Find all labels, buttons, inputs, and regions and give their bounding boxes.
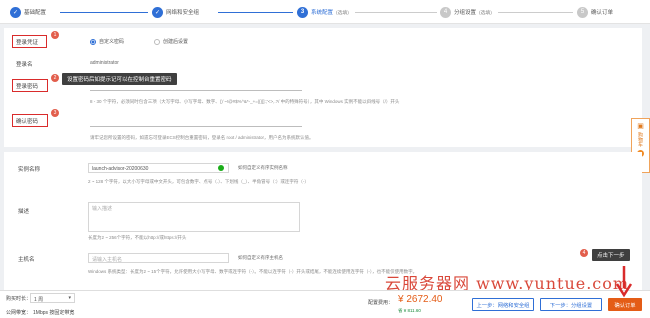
instance-name-label: 实例名称 (18, 167, 41, 173)
check-icon: ✓ (152, 6, 163, 18)
duration-select[interactable]: 1 周 ▾ (30, 293, 75, 303)
step-network[interactable]: ✓ 网络和安全组 (152, 6, 199, 18)
instance-name-hint: 2 ~ 128 个字符，以大小写字母或中文开头，可包含数字、点号（.）、下划线（… (88, 179, 309, 184)
description-textarea[interactable]: 输入描述 (88, 202, 300, 232)
step-connector (498, 12, 573, 13)
hostname-input[interactable]: 请输入主机名 (88, 253, 229, 263)
bandwidth-value: 1Mbps 按固定带宽 (33, 310, 75, 316)
step-group-settings: 4 分组设置 (选填) (440, 6, 492, 18)
password-input[interactable] (90, 90, 302, 91)
confirm-password-label: 确认密码 (16, 119, 39, 125)
next-step-tooltip: 点击下一步 (592, 249, 630, 261)
cart-icon: ▣ (637, 123, 644, 130)
radio-set-later[interactable]: 创建后设置 (154, 38, 188, 45)
hostname-help-link[interactable]: 如何自定义有序主机名 (238, 255, 283, 261)
valid-check-icon (218, 165, 224, 171)
step-connector (218, 12, 293, 13)
bandwidth-label: 公网带宽： (6, 310, 32, 316)
fee-value: ¥ 2672.40 (398, 294, 443, 305)
username-value: administrator (90, 60, 119, 66)
step-system-config: 3 系统配置 (选填) (297, 6, 349, 18)
step-basic-config[interactable]: ✓ 基础配置 (10, 6, 46, 18)
confirm-password-input[interactable] (90, 126, 302, 127)
annotation-badge: 3 (51, 109, 59, 117)
hostname-hint: Windows 系统类型：长度为2 ~ 15个字符，允许使用大小写字母、数字或连… (88, 269, 418, 274)
instance-name-input[interactable]: launch-advisor-20200630 (88, 163, 229, 173)
radio-icon (154, 38, 160, 45)
fee-label: 配置费用： (368, 300, 394, 306)
annotation-badge: 4 (580, 249, 588, 257)
description-hint: 长度为2 ~ 256个字符，不能以http://或https://开头 (88, 235, 187, 240)
username-label: 登录名 (16, 62, 33, 68)
description-label: 描述 (18, 209, 30, 215)
chevron-down-icon: ▾ (68, 295, 71, 301)
password-tooltip: 设置密码后如提示记可以在控制台重置密码 (62, 73, 177, 85)
login-section: 登录凭证 1 自定义密码 创建后设置 登录名 administrator 设置密… (4, 28, 642, 147)
annotation-badge: 2 (51, 74, 59, 82)
credential-label: 登录凭证 (16, 40, 39, 46)
footer-bar: 购买时长： 1 周 ▾ 公网带宽： 1Mbps 按固定带宽 配置费用： ¥ 26… (0, 290, 650, 318)
hostname-label: 主机名 (18, 257, 35, 263)
radio-icon (90, 38, 96, 45)
instance-name-help-link[interactable]: 如何自定义有序实例名称 (238, 165, 288, 171)
step-confirm-order: 5 确认订单 (577, 6, 613, 18)
confirm-password-hint: 请牢记您所设置的密码，如遗忘可登录ECS控制台重置密码，登录名 root / a… (90, 135, 314, 140)
radio-custom-password[interactable]: 自定义密码 (90, 38, 124, 45)
duration-label: 购买时长： (6, 296, 32, 302)
check-icon: ✓ (10, 6, 21, 18)
annotation-badge: 1 (51, 31, 59, 39)
annotation-arrow-icon (615, 266, 633, 298)
password-label: 登录密码 (16, 84, 39, 90)
step-connector (60, 12, 148, 13)
next-step-button[interactable]: 下一步：分组设置 (540, 298, 602, 311)
password-hint: 8 - 30 个字符，必须同时包含三项（大写字母、小写字母、数字、()`~!@#… (90, 99, 400, 104)
steps-bar: ✓ 基础配置 ✓ 网络和安全组 3 系统配置 (选填) 4 分组设置 (选填) … (0, 0, 650, 24)
fee-saving: 省 ¥ 811.60 (398, 308, 421, 313)
confirm-order-button[interactable]: 确认订单 (608, 298, 642, 311)
step-connector (355, 12, 437, 13)
prev-step-button[interactable]: 上一步：网络和安全组 (472, 298, 534, 311)
